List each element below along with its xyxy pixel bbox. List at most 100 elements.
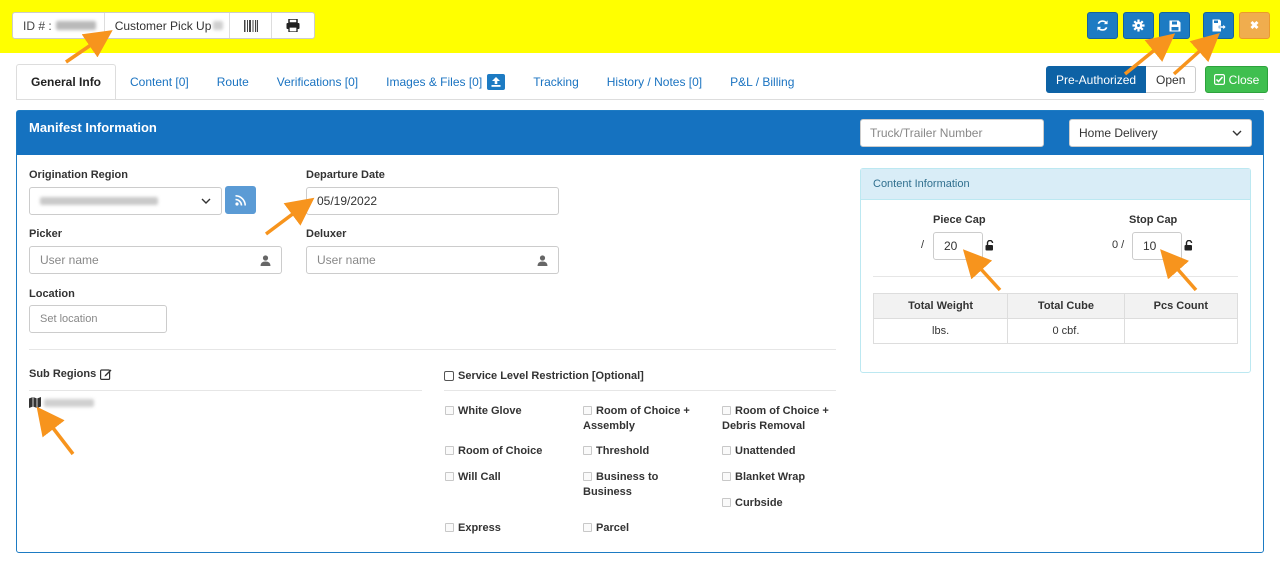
upload-icon[interactable] [487,74,506,90]
tab-history-notes[interactable]: History / Notes [0] [593,64,716,100]
table-cell [1123,318,1239,344]
unlock-icon[interactable] [985,240,995,251]
unlock-icon[interactable] [1184,240,1194,251]
service-white-glove[interactable]: White Glove [445,404,522,419]
service-parcel[interactable]: Parcel [583,521,629,536]
tab-label: Tracking [533,75,579,89]
ticket-type: Customer Pick Up [105,13,231,38]
service-unattended[interactable]: Unattended [722,444,796,459]
service-room-of-choice-debris[interactable]: Room of Choice + Debris Removal [722,404,847,434]
service-level-divider [444,390,836,391]
location-input[interactable]: Set location [29,305,167,333]
departure-date-input[interactable]: 05/19/2022 [306,187,559,215]
tab-route[interactable]: Route [203,64,263,100]
tab-images-files[interactable]: Images & Files [0] [372,64,519,100]
ticket-id-label: ID # : [23,18,52,33]
service-label: White Glove [458,405,522,417]
origination-region-redacted [40,197,158,205]
print-button[interactable] [272,13,314,38]
checkbox[interactable] [722,498,731,507]
user-icon [260,254,270,266]
rss-icon [235,194,246,206]
settings-button[interactable] [1123,12,1154,39]
map-icon [29,397,41,408]
status-pre-authorized-button[interactable]: Pre-Authorized [1046,66,1147,93]
service-level-label: Service Level Restriction [Optional] [458,370,644,382]
gear-icon [1132,19,1145,32]
stop-cap-label: Stop Cap [1129,214,1178,226]
save-and-exit-button[interactable] [1203,12,1234,39]
save-button[interactable] [1159,12,1190,39]
tab-label: Route [216,75,249,89]
manifest-panel-header: Manifest Information Truck/Trailer Numbe… [17,111,1263,155]
deluxer-label: Deluxer [306,228,347,240]
tab-divider [16,99,1264,100]
status-open-button[interactable]: Open [1146,66,1197,93]
save-icon [1169,20,1180,31]
checkbox[interactable] [583,406,592,415]
close-icon: ✖ [1249,20,1260,32]
tab-verifications[interactable]: Verifications [0] [263,64,372,100]
checkbox[interactable] [445,523,454,532]
checkbox[interactable] [583,472,592,481]
service-label: Room of Choice + Assembly [583,405,690,432]
content-info-title: Content Information [861,169,1250,200]
service-express[interactable]: Express [445,521,501,536]
tab-tracking[interactable]: Tracking [519,64,593,100]
sub-regions-divider [29,390,422,391]
refresh-button[interactable] [1087,12,1118,39]
tab-pl-billing[interactable]: P&L / Billing [716,64,808,100]
checkbox[interactable] [722,472,731,481]
print-icon [286,19,300,32]
close-window-button[interactable]: ✖ [1239,12,1270,39]
service-threshold[interactable]: Threshold [583,444,649,459]
checkbox[interactable] [445,446,454,455]
service-room-of-choice[interactable]: Room of Choice [445,444,542,459]
picker-input[interactable]: User name [29,246,250,274]
barcode-button[interactable] [230,13,273,38]
checkbox[interactable] [445,472,454,481]
table-header: Pcs Count [1123,293,1239,319]
edit-icon[interactable] [100,368,112,380]
service-blanket-wrap[interactable]: Blanket Wrap [722,470,805,485]
origination-region-label: Origination Region [29,169,128,181]
tab-general-info[interactable]: General Info [16,64,117,100]
tab-content[interactable]: Content [0] [116,64,203,100]
checkbox[interactable] [583,523,592,532]
deluxer-input[interactable]: User name [306,246,527,274]
stop-cap-prefix: 0 / [1112,239,1125,251]
service-label: Business to Business [583,471,659,498]
service-business-to-business[interactable]: Business to Business [583,470,686,500]
table-cell: 0 cbf. [1007,318,1125,344]
piece-cap-prefix: / [921,239,925,251]
ticket-id-value-redacted [55,21,96,30]
ticket-type-label: Customer Pick Up [114,18,212,33]
checkbox[interactable] [583,446,592,455]
tab-label: General Info [31,75,102,89]
picker-user-addon[interactable] [249,246,282,274]
table-header: Total Weight [872,293,1009,319]
truck-trailer-input[interactable]: Truck/Trailer Number [860,119,1044,147]
service-will-call[interactable]: Will Call [445,470,501,485]
close-ticket-button[interactable]: Close [1205,66,1268,93]
piece-cap-input[interactable]: 20 [933,232,983,260]
service-curbside[interactable]: Curbside [722,496,783,511]
deluxer-user-addon[interactable] [526,246,559,274]
tab-label: Content [0] [130,75,189,89]
checkbox[interactable] [722,446,731,455]
service-level-checkbox[interactable] [444,371,454,381]
stop-cap-input[interactable]: 10 [1132,232,1182,260]
tab-label: Images & Files [0] [386,75,483,89]
piece-cap-label: Piece Cap [933,214,986,226]
tab-bar: General Info Content [0] Route Verificat… [16,64,808,100]
sub-region-item [29,397,94,408]
checkbox[interactable] [445,406,454,415]
service-level-heading: Service Level Restriction [Optional] [444,370,644,382]
tab-label: Verifications [0] [276,75,359,89]
origination-region-select[interactable] [29,187,222,215]
service-room-of-choice-assembly[interactable]: Room of Choice + Assembly [583,404,716,434]
checkbox[interactable] [722,406,731,415]
chevron-down-icon [201,198,211,204]
delivery-type-select[interactable]: Home Delivery [1069,119,1252,147]
region-feed-button[interactable] [225,186,256,214]
